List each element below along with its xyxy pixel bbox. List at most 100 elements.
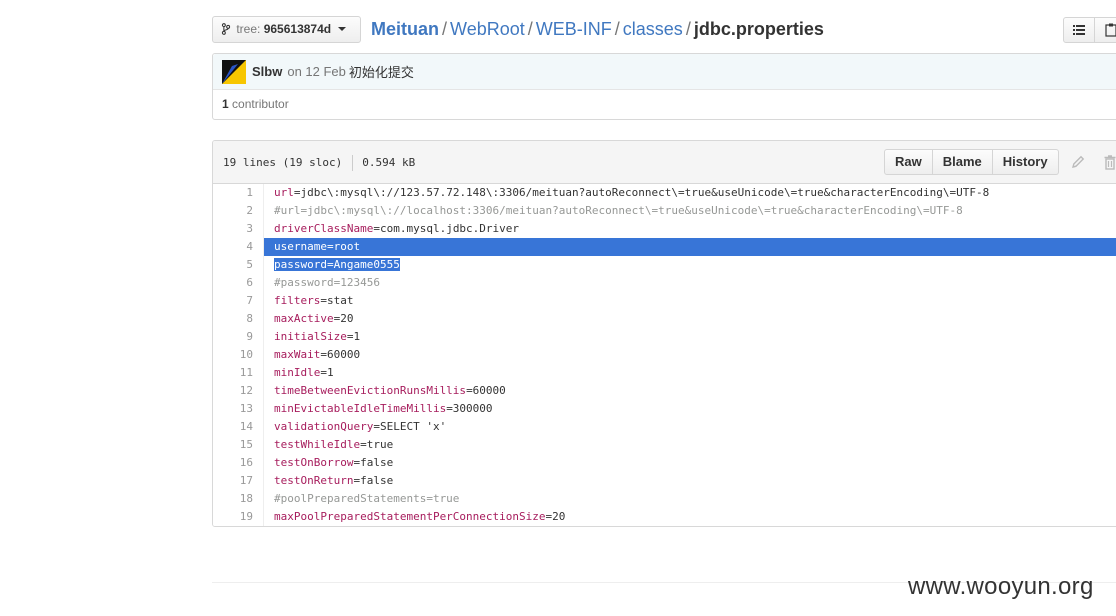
property-key: validationQuery [274, 420, 374, 433]
contributors-summary[interactable]: 1 contributor [213, 90, 1116, 119]
breadcrumb-separator: / [527, 19, 533, 39]
line-number[interactable]: 7 [213, 292, 264, 310]
line-number[interactable]: 19 [213, 508, 264, 526]
file-info: 19 lines (19 sloc) 0.594 kB [223, 141, 415, 184]
file-view-buttons: Raw Blame History [884, 149, 1059, 175]
line-number[interactable]: 15 [213, 436, 264, 454]
line-number[interactable]: 8 [213, 310, 264, 328]
line-number[interactable]: 6 [213, 274, 264, 292]
line-content: validationQuery=SELECT 'x' [264, 418, 1116, 436]
line-number[interactable]: 2 [213, 202, 264, 220]
breadcrumb: Meituan / WebRoot / WEB-INF / classes / jdbc.pro… [371, 17, 824, 41]
file-header: 19 lines (19 sloc) 0.594 kB Raw Blame His… [213, 141, 1116, 184]
property-key: password [274, 258, 327, 271]
breadcrumb-link-classes[interactable]: classes [623, 19, 683, 39]
code-line: 12 timeBetweenEvictionRunsMillis=60000 [213, 382, 1116, 400]
line-content: password=Angame0555 [264, 256, 1116, 274]
line-content: testWhileIdle=true [264, 436, 1116, 454]
line-number[interactable]: 13 [213, 400, 264, 418]
list-icon [1073, 25, 1085, 35]
history-button[interactable]: History [992, 149, 1059, 175]
file-actions-group [1063, 17, 1116, 43]
property-key: driverClassName [274, 222, 374, 235]
property-key: timeBetweenEvictionRunsMillis [274, 384, 467, 397]
code-line: 17 testOnReturn=false [213, 472, 1116, 490]
line-number[interactable]: 1 [213, 184, 264, 202]
line-content: #poolPreparedStatements=true [264, 490, 1116, 508]
property-value: =stat [320, 294, 354, 307]
line-content: maxActive=20 [264, 310, 1116, 328]
code-comment: #password=123456 [274, 276, 380, 289]
code-line: 9 initialSize=1 [213, 328, 1116, 346]
code-line: 13 minEvictableIdleTimeMillis=300000 [213, 400, 1116, 418]
property-key: maxActive [274, 312, 334, 325]
file-finder-button[interactable] [1063, 17, 1095, 43]
commit-author-link[interactable]: Slbw [252, 64, 282, 79]
line-number[interactable]: 12 [213, 382, 264, 400]
contributors-count: 1 [222, 97, 229, 111]
property-value: =SELECT 'x' [373, 420, 447, 433]
line-content: #url=jdbc\:mysql\://localhost:3306/meitu… [264, 202, 1116, 220]
file-info-divider [352, 155, 354, 171]
property-key: minEvictableIdleTimeMillis [274, 402, 447, 415]
code-comment: #url=jdbc\:mysql\://localhost:3306/meitu… [274, 204, 963, 217]
avatar[interactable] [222, 59, 246, 84]
property-key: maxPoolPreparedStatementPerConnectionSiz… [274, 510, 546, 523]
breadcrumb-link-webroot[interactable]: WebRoot [450, 19, 525, 39]
line-content: initialSize=1 [264, 328, 1116, 346]
branch-label: tree: [236, 22, 261, 36]
breadcrumb-separator: / [685, 19, 691, 39]
property-key: username [274, 240, 327, 253]
code-comment: #poolPreparedStatements=true [274, 492, 460, 505]
line-content: minIdle=1 [264, 364, 1116, 382]
line-number[interactable]: 17 [213, 472, 264, 490]
raw-button[interactable]: Raw [884, 149, 933, 175]
property-value: =true [360, 438, 394, 451]
pencil-icon[interactable] [1070, 154, 1086, 170]
line-number[interactable]: 16 [213, 454, 264, 472]
chevron-down-icon [338, 27, 347, 31]
property-key: filters [274, 294, 321, 307]
property-value: =20 [545, 510, 566, 523]
property-value: =false [353, 474, 394, 487]
breadcrumb-link-web-inf[interactable]: WEB-INF [536, 19, 612, 39]
property-value: =root [326, 240, 361, 253]
breadcrumb-separator: / [614, 19, 620, 39]
line-number[interactable]: 3 [213, 220, 264, 238]
commit-message-link[interactable]: 初始化提交 [349, 62, 414, 81]
property-value: =300000 [446, 402, 493, 415]
line-number[interactable]: 4 [213, 238, 264, 256]
line-number[interactable]: 14 [213, 418, 264, 436]
line-number[interactable]: 11 [213, 364, 264, 382]
file-viewer: 19 lines (19 sloc) 0.594 kB Raw Blame His… [212, 140, 1116, 527]
contributors-label: contributor [232, 97, 289, 111]
code-line: 8 maxActive=20 [213, 310, 1116, 328]
line-number[interactable]: 18 [213, 490, 264, 508]
code-line: 15 testWhileIdle=true [213, 436, 1116, 454]
code-line: 4 username=root [213, 238, 1116, 256]
code-line: 16 testOnBorrow=false [213, 454, 1116, 472]
file-line-count: 19 lines (19 sloc) [223, 156, 343, 169]
trash-icon[interactable] [1102, 154, 1116, 170]
breadcrumb-repo-link[interactable]: Meituan [371, 19, 439, 39]
copy-path-button[interactable] [1095, 17, 1116, 43]
line-number[interactable]: 10 [213, 346, 264, 364]
property-key: url [274, 186, 294, 199]
code-line: 14 validationQuery=SELECT 'x' [213, 418, 1116, 436]
property-value: =false [353, 456, 394, 469]
property-value: =jdbc\:mysql\://123.57.72.148\:3306/meit… [293, 186, 990, 199]
property-key: testWhileIdle [274, 438, 361, 451]
line-number[interactable]: 5 [213, 256, 264, 274]
property-key: initialSize [274, 330, 347, 343]
code-line: 19 maxPoolPreparedStatementPerConnectionS… [213, 508, 1116, 526]
line-content: driverClassName=com.mysql.jdbc.Driver [264, 220, 1116, 238]
blame-button[interactable]: Blame [932, 149, 993, 175]
commit-header: Slbw on 12 Feb 初始化提交 [213, 54, 1116, 90]
code-line: 11 minIdle=1 [213, 364, 1116, 382]
text-selection: password=Angame0555 [274, 258, 400, 271]
branch-selector-button[interactable]: tree: 965613874d [212, 16, 361, 43]
line-number[interactable]: 9 [213, 328, 264, 346]
code-line: 1 url=jdbc\:mysql\://123.57.72.148\:3306/… [213, 184, 1116, 202]
line-content: filters=stat [264, 292, 1116, 310]
property-value: =1 [346, 330, 361, 343]
